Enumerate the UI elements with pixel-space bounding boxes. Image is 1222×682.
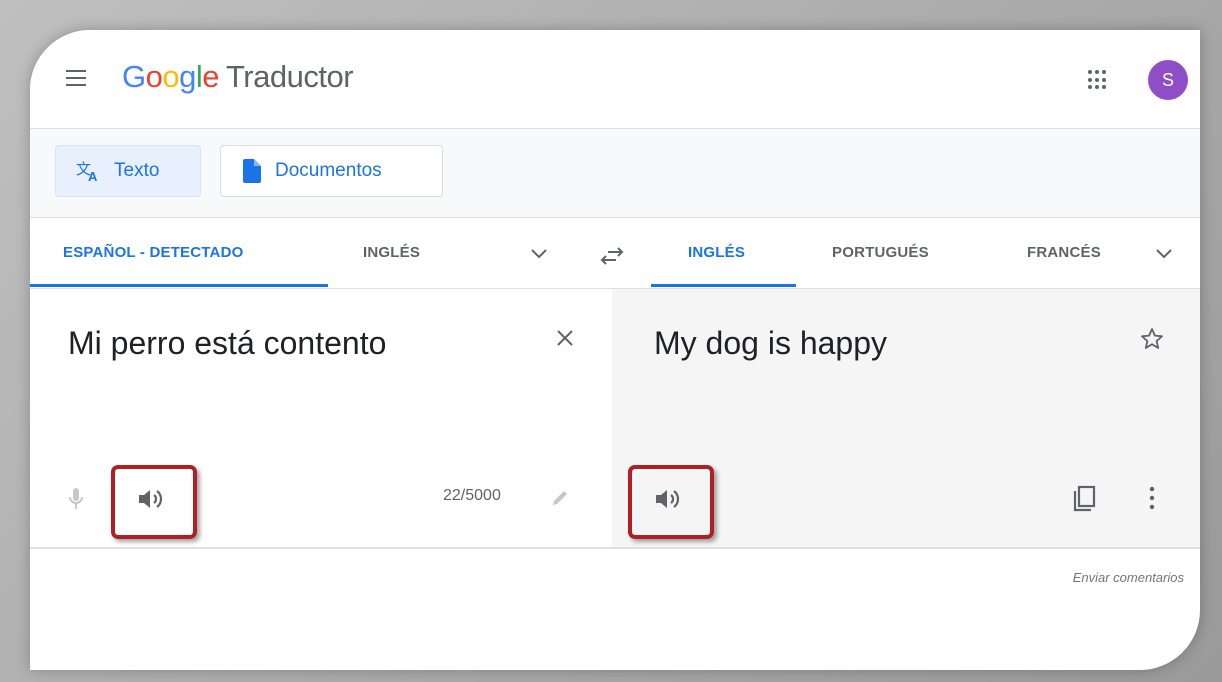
- source-lang-underline: [30, 284, 328, 287]
- language-bar: ESPAÑOL - DETECTADO INGLÉS INGLÉS PORTUG…: [30, 218, 1200, 289]
- mode-bar: 文 A Texto Documentos: [30, 129, 1200, 218]
- character-counter: 22/5000: [443, 487, 501, 504]
- target-lang-english[interactable]: INGLÉS: [688, 244, 745, 261]
- account-avatar[interactable]: S: [1148, 60, 1188, 100]
- translate-app: Google Traductor S 文 A Texto Documentos …: [30, 30, 1200, 670]
- translate-icon: 文 A: [76, 160, 100, 182]
- documents-mode-button[interactable]: Documentos: [220, 145, 443, 197]
- google-translate-logo[interactable]: Google Traductor: [122, 59, 354, 95]
- translated-text: My dog is happy: [654, 325, 888, 361]
- google-apps-icon[interactable]: [1088, 70, 1108, 90]
- text-mode-button[interactable]: 文 A Texto: [55, 145, 201, 197]
- edit-pencil-icon[interactable]: [550, 488, 570, 508]
- microphone-icon[interactable]: [68, 487, 84, 511]
- target-lang-portuguese[interactable]: PORTUGUÉS: [832, 244, 929, 261]
- source-panel: Mi perro está contento 22/5000: [30, 289, 612, 549]
- product-name: Traductor: [226, 59, 354, 94]
- more-options-icon[interactable]: [1148, 485, 1156, 511]
- copy-translation-icon[interactable]: [1072, 485, 1098, 513]
- source-lang-english[interactable]: INGLÉS: [363, 244, 420, 261]
- svg-text:A: A: [88, 169, 98, 182]
- target-more-languages-chevron-icon[interactable]: [1155, 248, 1173, 260]
- listen-source-speaker-icon[interactable]: [137, 487, 165, 511]
- text-mode-label: Texto: [114, 160, 160, 181]
- listen-translation-speaker-icon[interactable]: [654, 487, 682, 511]
- documents-mode-label: Documentos: [275, 160, 382, 181]
- target-lang-underline: [651, 284, 796, 287]
- document-icon: [243, 159, 261, 183]
- save-translation-star-icon[interactable]: [1140, 327, 1164, 351]
- source-lang-detected[interactable]: ESPAÑOL - DETECTADO: [63, 244, 243, 261]
- source-more-languages-chevron-icon[interactable]: [530, 248, 548, 260]
- target-lang-french[interactable]: FRANCÉS: [1027, 244, 1119, 261]
- send-feedback-link[interactable]: Enviar comentarios: [1073, 570, 1184, 585]
- source-text-input[interactable]: Mi perro está contento: [68, 325, 386, 362]
- clear-source-close-icon[interactable]: [556, 329, 574, 347]
- swap-languages-icon[interactable]: [598, 246, 626, 266]
- menu-icon[interactable]: [66, 70, 86, 86]
- app-header: Google Traductor S: [30, 30, 1200, 129]
- target-panel: My dog is happy: [612, 289, 1200, 549]
